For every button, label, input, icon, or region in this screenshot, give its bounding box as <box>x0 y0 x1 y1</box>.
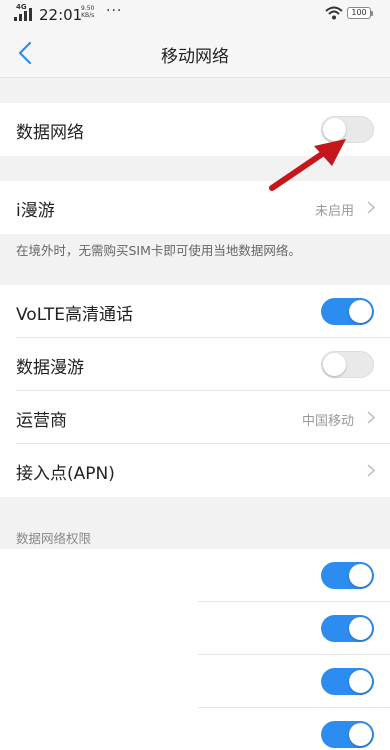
app-permission-toggle[interactable] <box>321 721 374 748</box>
battery-icon: 100 <box>347 7 373 19</box>
toggle-knob <box>349 564 372 587</box>
chevron-right-icon <box>367 464 376 477</box>
app-permission-toggle[interactable] <box>321 562 374 589</box>
wifi-icon <box>325 6 343 20</box>
toggle-knob <box>349 617 372 640</box>
carrier-row[interactable]: 运营商 中国移动 <box>0 391 390 444</box>
page-title: 移动网络 <box>161 47 229 67</box>
apn-label: 接入点(APN) <box>16 464 115 484</box>
section-title: 数据网络权限 <box>16 531 92 546</box>
iroaming-note: 在境外时，无需购买SIM卡即可使用当地数据网络。 <box>16 243 301 258</box>
app-permission-row[interactable] <box>0 708 390 750</box>
speed-unit: KB/s <box>81 12 95 19</box>
iroaming-label: i漫游 <box>16 201 55 221</box>
data-network-label: 数据网络 <box>16 123 84 143</box>
clock: 22:01 <box>39 6 83 24</box>
chevron-right-icon <box>367 411 376 424</box>
volte-label: VoLTE高清通话 <box>16 305 133 325</box>
apn-row[interactable]: 接入点(APN) <box>0 444 390 497</box>
volte-row[interactable]: VoLTE高清通话 <box>0 285 390 338</box>
annotation-arrow-icon <box>269 139 346 191</box>
carrier-value: 中国移动 <box>301 414 354 429</box>
network-speed: 9.50 KB/s <box>81 5 94 19</box>
app-permission-row[interactable] <box>0 655 390 708</box>
toggle-knob <box>349 723 372 746</box>
volte-toggle[interactable] <box>321 298 374 325</box>
app-permission-toggle[interactable] <box>321 668 374 695</box>
nav-bar: 移动网络 <box>0 28 390 78</box>
settings-group: VoLTE高清通话 数据漫游 运营商 中国移动 接入点(APN) <box>0 285 390 497</box>
data-roaming-label: 数据漫游 <box>16 358 84 378</box>
app-permission-row[interactable] <box>0 549 390 602</box>
data-roaming-row[interactable]: 数据漫游 <box>0 338 390 391</box>
toggle-knob <box>323 353 346 376</box>
chevron-right-icon <box>367 201 376 214</box>
toggle-knob <box>349 670 372 693</box>
iroaming-status: 未启用 <box>314 204 354 219</box>
signal-icon <box>14 8 32 21</box>
permissions-group <box>0 549 390 750</box>
toggle-knob <box>349 300 372 323</box>
app-permission-row[interactable] <box>0 602 390 655</box>
speed-value: 9.50 <box>81 5 95 12</box>
status-bar: 4G 22:01 9.50 KB/s ··· 100 <box>0 0 390 28</box>
data-roaming-toggle[interactable] <box>321 351 374 378</box>
carrier-label: 运营商 <box>16 411 67 431</box>
more-notifications-icon: ··· <box>106 3 123 19</box>
app-permission-toggle[interactable] <box>321 615 374 642</box>
